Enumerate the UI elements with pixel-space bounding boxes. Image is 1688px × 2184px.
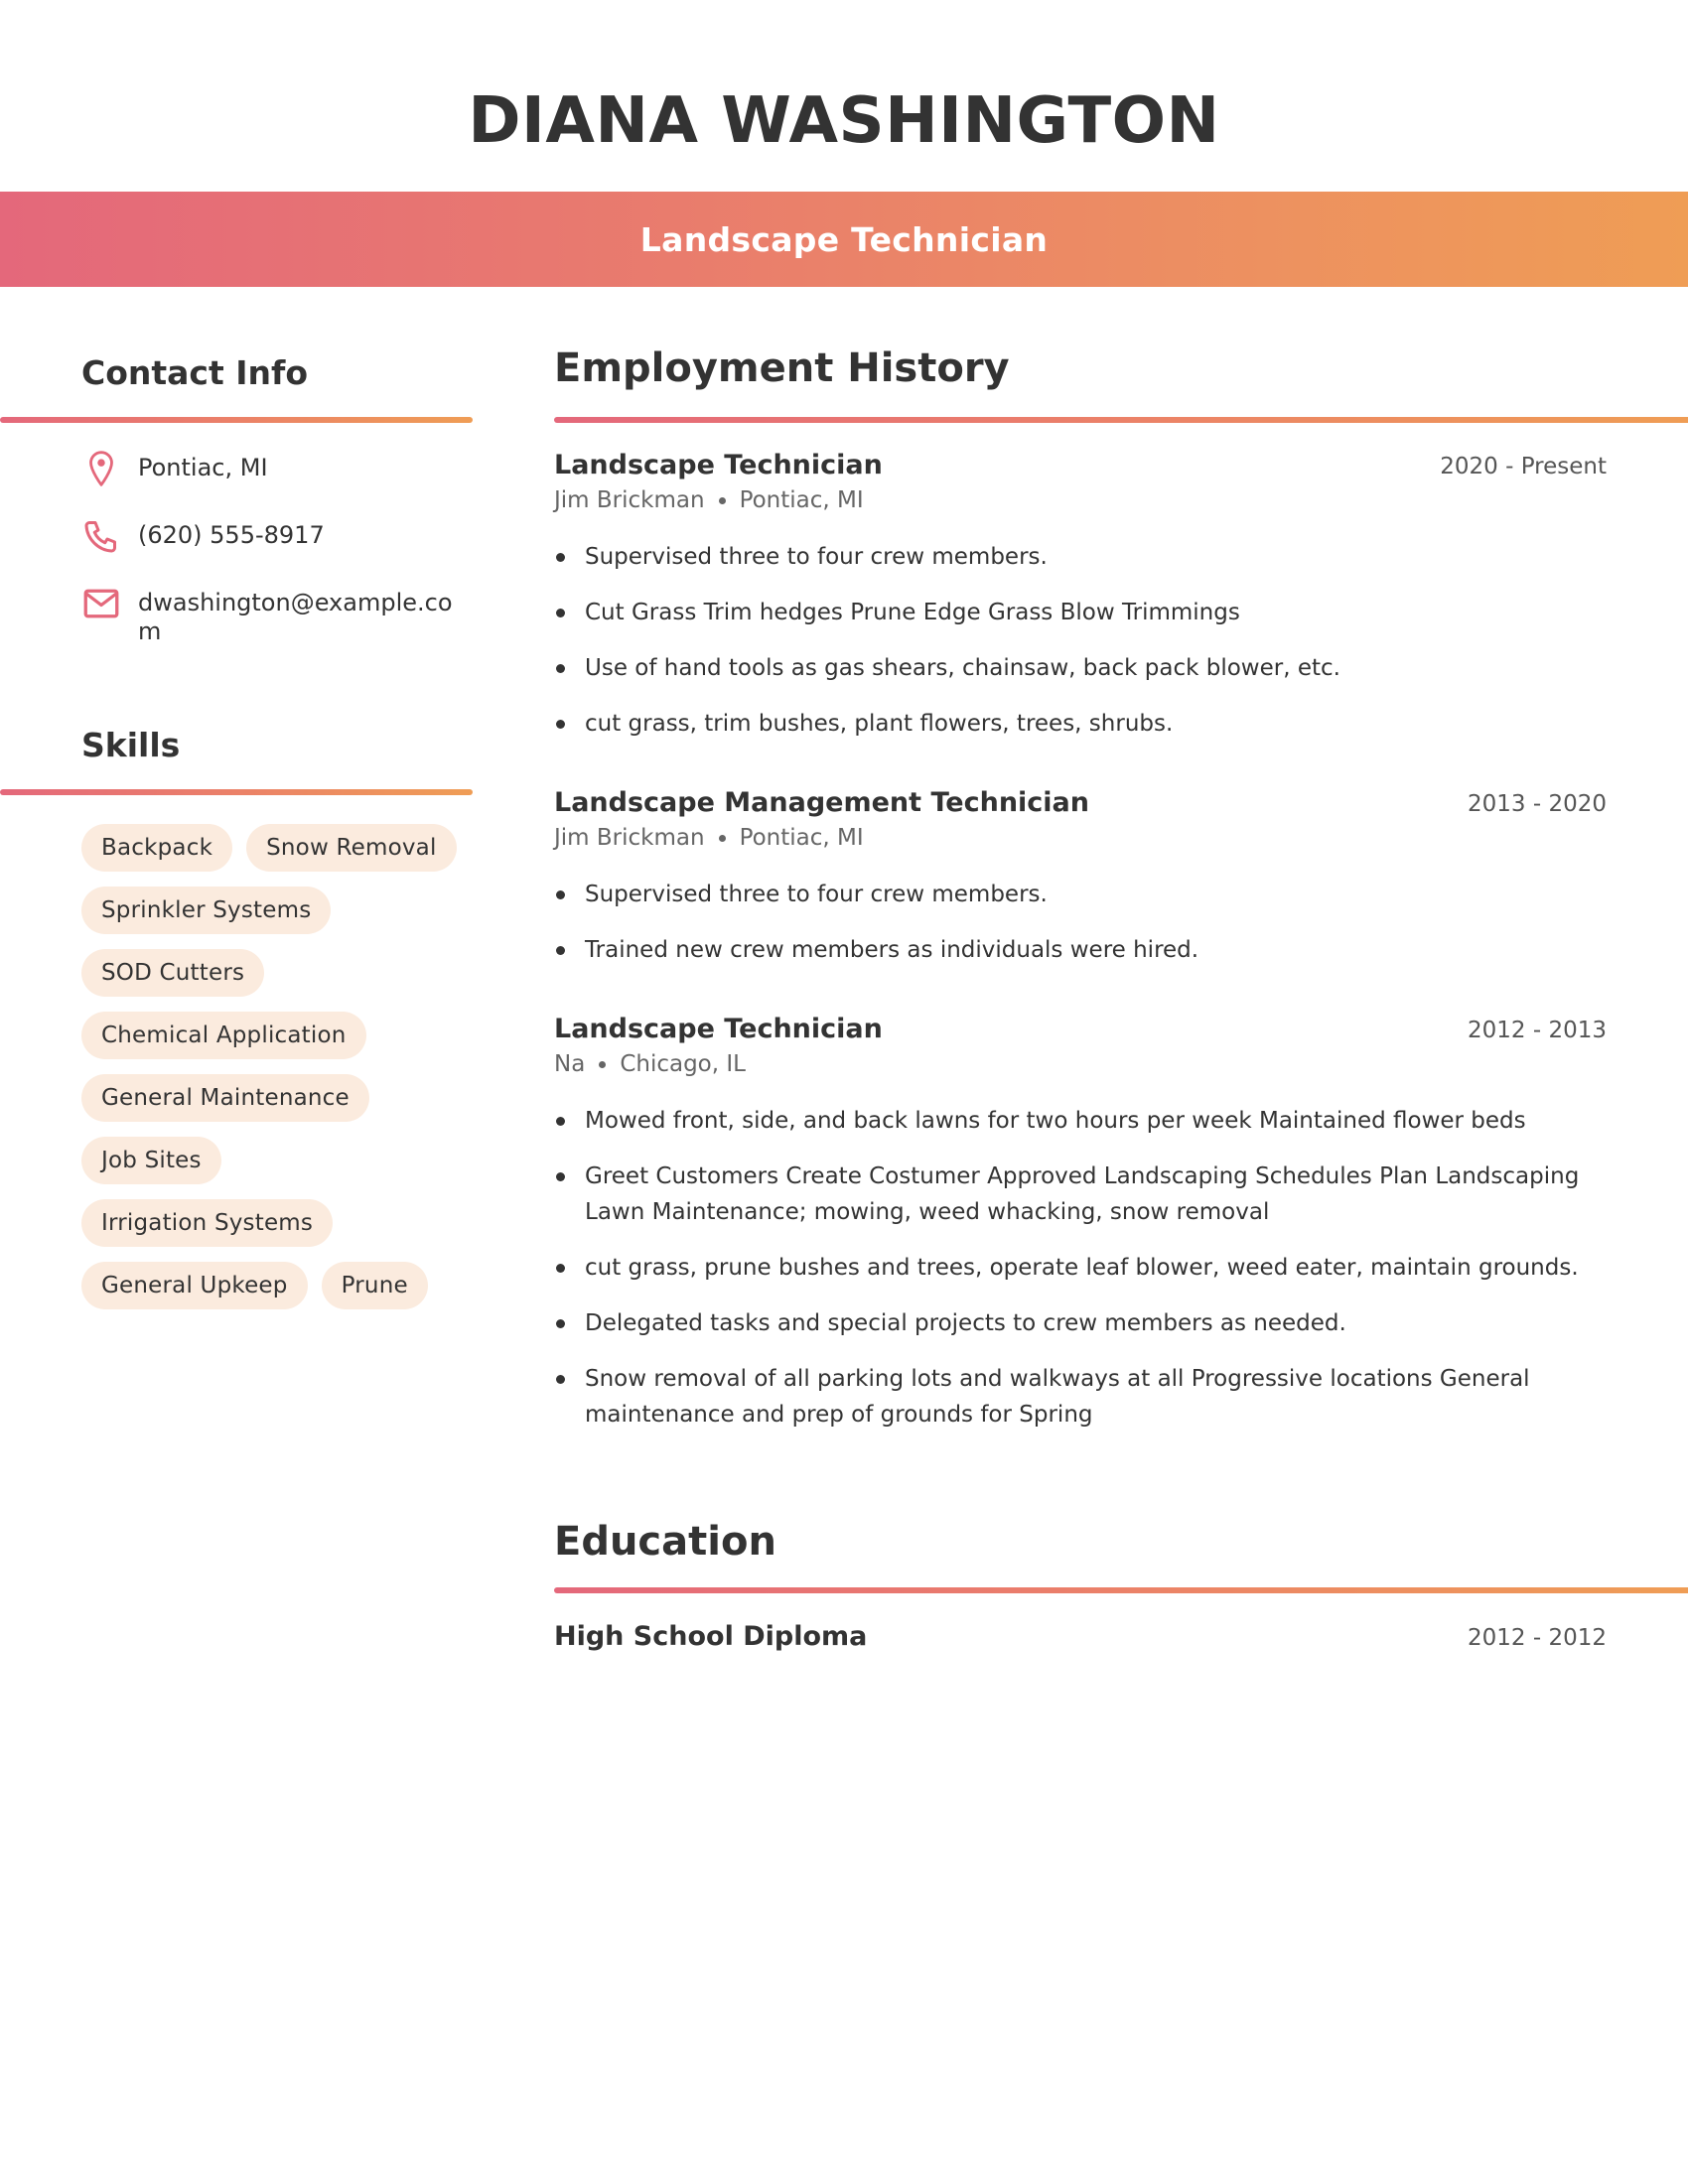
bullet-text: Cut Grass Trim hedges Prune Edge Grass B… (585, 600, 1240, 625)
bullet-text: cut grass, prune bushes and trees, opera… (585, 1255, 1579, 1281)
bullet-text: Trained new crew members as individuals … (585, 937, 1199, 963)
job-entry-dates: 2012 - 2013 (1468, 1018, 1607, 1043)
education-dates: 2012 - 2012 (1468, 1625, 1607, 1651)
job-entry-employer: Jim Brickman (554, 825, 705, 851)
contact-phone: (620) 555-8917 (81, 516, 325, 556)
bullet-item: Greet Customers Create Costumer Approved… (554, 1159, 1607, 1230)
job-entry-location: Pontiac, MI (739, 487, 864, 513)
bullet-item: Trained new crew members as individuals … (554, 932, 1607, 968)
education-divider (554, 1587, 1688, 1593)
bullet-dot (556, 890, 565, 899)
skill-chip: SOD Cutters (81, 949, 265, 997)
contact-divider (0, 417, 473, 423)
bullet-item: Mowed front, side, and back lawns for tw… (554, 1103, 1607, 1139)
bullet-item: Cut Grass Trim hedges Prune Edge Grass B… (554, 595, 1607, 630)
map-pin-icon (81, 449, 121, 488)
phone-icon (81, 516, 121, 556)
bullet-text: Snow removal of all parking lots and wal… (585, 1366, 1530, 1428)
job-entry-bullets: Supervised three to four crew members. C… (554, 539, 1607, 742)
contact-email-text[interactable]: dwashington@example.com (138, 589, 456, 646)
contact-location-text: Pontiac, MI (138, 454, 268, 481)
employment-heading: Employment History (554, 345, 1010, 391)
bullet-item: cut grass, trim bushes, plant flowers, t… (554, 706, 1607, 742)
job-entry-dates: 2020 - Present (1440, 454, 1607, 479)
skill-chip: Sprinkler Systems (81, 887, 332, 934)
skill-chip: Chemical Application (81, 1012, 366, 1059)
education-heading: Education (554, 1519, 776, 1565)
job-entry-employer: Jim Brickman (554, 487, 705, 513)
contact-info-heading: Contact Info (81, 353, 309, 392)
bullet-dot (556, 1319, 565, 1328)
bullet-text: Use of hand tools as gas shears, chainsa… (585, 655, 1340, 681)
job-entry-employer: Na (554, 1051, 586, 1077)
bullet-dot (556, 664, 565, 673)
job-entry-employer-line: Na Chicago, IL (554, 1051, 1607, 1077)
bullet-dot (556, 1117, 565, 1126)
job-entry-title: Landscape Management Technician (554, 787, 1089, 818)
bullet-text: Mowed front, side, and back lawns for tw… (585, 1108, 1526, 1134)
bullet-text: Delegated tasks and special projects to … (585, 1310, 1346, 1336)
job-entry-bullets: Mowed front, side, and back lawns for tw… (554, 1103, 1607, 1433)
bullet-text: Greet Customers Create Costumer Approved… (585, 1163, 1580, 1225)
job-entry-title: Landscape Technician (554, 1014, 883, 1044)
education-degree: High School Diploma (554, 1621, 868, 1652)
job-entry-title: Landscape Technician (554, 450, 883, 480)
job-entry-bullets: Supervised three to four crew members. T… (554, 877, 1607, 968)
job-entry-employer-line: Jim Brickman Pontiac, MI (554, 825, 1607, 851)
separator-dot (718, 834, 726, 842)
bullet-dot (556, 1172, 565, 1181)
bullet-text: Supervised three to four crew members. (585, 882, 1048, 907)
bullet-item: Supervised three to four crew members. (554, 877, 1607, 912)
bullet-item: Delegated tasks and special projects to … (554, 1305, 1607, 1341)
skill-chip: Irrigation Systems (81, 1199, 334, 1247)
job-entry-location: Chicago, IL (620, 1051, 746, 1077)
bullet-dot (556, 609, 565, 617)
bullet-dot (556, 1375, 565, 1384)
job-entry: Landscape Technician 2020 - Present Jim … (554, 450, 1607, 761)
separator-dot (599, 1060, 607, 1068)
bullet-dot (556, 720, 565, 729)
bullet-item: Use of hand tools as gas shears, chainsa… (554, 650, 1607, 686)
contact-location: Pontiac, MI (81, 449, 268, 488)
separator-dot (718, 496, 726, 504)
job-entry: Landscape Management Technician 2013 - 2… (554, 787, 1607, 988)
employment-divider (554, 417, 1688, 423)
education-entry: High School Diploma 2012 - 2012 (554, 1621, 1607, 1655)
bullet-text: Supervised three to four crew members. (585, 544, 1048, 570)
job-entry: Landscape Technician 2012 - 2013 Na Chic… (554, 1014, 1607, 1452)
bullet-item: Supervised three to four crew members. (554, 539, 1607, 575)
skills-heading: Skills (81, 726, 181, 764)
candidate-name: DIANA WASHINGTON (468, 84, 1220, 158)
skills-list: Backpack Snow Removal Sprinkler Systems … (81, 824, 479, 1309)
job-title-banner: Landscape Technician (0, 192, 1688, 287)
job-entry-dates: 2013 - 2020 (1468, 791, 1607, 817)
contact-phone-text[interactable]: (620) 555-8917 (138, 521, 456, 550)
bullet-item: cut grass, prune bushes and trees, opera… (554, 1250, 1607, 1286)
bullet-item: Snow removal of all parking lots and wal… (554, 1361, 1607, 1433)
skill-chip: Job Sites (81, 1137, 221, 1184)
skills-divider (0, 789, 473, 795)
bullet-dot (556, 553, 565, 562)
mail-icon (81, 584, 121, 623)
contact-email: dwashington@example.com (81, 584, 453, 645)
bullet-dot (556, 946, 565, 955)
bullet-dot (556, 1264, 565, 1273)
skill-chip: Snow Removal (246, 824, 457, 872)
skill-chip: General Upkeep (81, 1262, 308, 1309)
skill-chip: General Maintenance (81, 1074, 369, 1122)
bullet-text: cut grass, trim bushes, plant flowers, t… (585, 711, 1174, 737)
skill-chip: Backpack (81, 824, 233, 872)
job-title: Landscape Technician (639, 219, 1049, 259)
job-entry-location: Pontiac, MI (739, 825, 864, 851)
skill-chip: Prune (321, 1262, 428, 1309)
job-entry-employer-line: Jim Brickman Pontiac, MI (554, 487, 1607, 513)
